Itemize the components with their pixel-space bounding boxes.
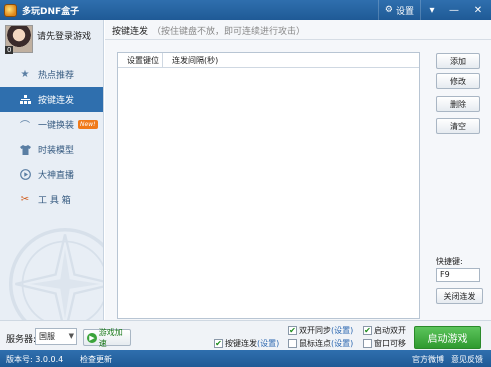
window-resizable-checkbox[interactable]: 窗口可移 <box>363 338 406 349</box>
gear-icon: ⚙ <box>384 5 393 15</box>
sidebar-item-label: 大神直播 <box>38 171 75 181</box>
user-panel[interactable]: 0 请先登录游戏 <box>5 25 101 61</box>
tools-icon: ✂ <box>20 194 30 205</box>
server-select[interactable]: 国服 ▼ <box>35 328 77 345</box>
accelerate-icon: ▶ <box>87 332 97 343</box>
sidebar-item-fashion-model[interactable]: 时装模型 <box>0 137 103 162</box>
menu-button[interactable]: ▾ <box>421 0 443 20</box>
sidebar-item-live-stream[interactable]: 大神直播 <box>0 162 103 187</box>
dual-launch-checkbox[interactable]: ✔ 启动双开 <box>363 325 406 336</box>
sidebar-item-label: 热点推荐 <box>38 71 75 81</box>
hotkey-field[interactable]: F9 <box>436 268 480 282</box>
checkbox-checked[interactable]: ✔ <box>363 326 372 335</box>
sidebar-item-label: 一键换装 <box>38 121 75 131</box>
key-burst-table[interactable]: 设置键位 连发间隔(秒) <box>117 52 420 319</box>
sidebar-item-key-burst[interactable]: 按键连发 <box>0 87 103 112</box>
sidebar-item-label: 时装模型 <box>38 146 75 156</box>
dual-launch-label: 启动双开 <box>374 326 406 335</box>
close-icon: ✕ <box>473 4 483 16</box>
shirt-icon <box>19 144 31 156</box>
main-panel: 按键连发 （按住键盘不放，即可连续进行攻击） 设置键位 连发间隔(秒) 添加 修改… <box>105 20 491 346</box>
star-icon: ★ <box>20 69 30 80</box>
page-hint: （按住键盘不放，即可连续进行攻击） <box>152 27 306 37</box>
hanger-icon: ⌒ <box>20 121 30 132</box>
title-bar[interactable]: 多玩DNF盒子 ⚙ 设置 ▾ — ✕ <box>0 0 491 20</box>
delete-button[interactable]: 删除 <box>436 96 480 112</box>
app-logo-icon <box>4 3 17 17</box>
sidebar-item-hot-recommend[interactable]: ★ 热点推荐 <box>0 62 103 87</box>
hotkey-label: 快捷键: <box>436 257 463 266</box>
feedback-link[interactable]: 意见反馈 <box>451 354 483 365</box>
title-divider <box>105 39 491 40</box>
sidebar-item-label: 工 具 箱 <box>38 196 71 206</box>
key-burst-label: 按键连发 <box>225 339 257 348</box>
official-weibo-link[interactable]: 官方微博 <box>412 354 444 365</box>
avatar-level: 0 <box>5 46 14 54</box>
edit-button[interactable]: 修改 <box>436 73 480 89</box>
sidebar-nav: ★ 热点推荐 按键连发 ⌒ 一键换装 New! 时装模型 大神直播 ✂ 工 具 … <box>0 62 103 212</box>
minimize-icon: — <box>449 4 459 16</box>
table-header: 设置键位 连发间隔(秒) <box>118 53 419 68</box>
app-title: 多玩DNF盒子 <box>22 6 80 17</box>
page-title: 按键连发 （按住键盘不放，即可连续进行攻击） <box>112 24 305 37</box>
settings-label: 设置 <box>395 6 414 17</box>
close-burst-button[interactable]: 关闭连发 <box>436 288 483 304</box>
chevron-down-icon: ▼ <box>68 332 74 340</box>
key-burst-checkbox[interactable]: ✔ 按键连发 (设置) <box>214 338 279 349</box>
dual-sync-label: 双开同步 <box>299 326 331 335</box>
game-accelerate-button[interactable]: ▶ 游戏加速 <box>83 327 131 348</box>
server-value: 国服 <box>39 332 55 341</box>
mouse-click-settings-link[interactable]: (设置) <box>331 338 353 349</box>
accelerate-label: 游戏加速 <box>98 327 123 348</box>
column-header-interval[interactable]: 连发间隔(秒) <box>163 55 218 66</box>
mouse-click-checkbox[interactable]: 鼠标连点 (设置) <box>288 338 353 349</box>
start-game-button[interactable]: 启动游戏 <box>414 326 481 349</box>
sidebar: 0 请先登录游戏 ★ 热点推荐 按键连发 ⌒ 一键换装 New! 时装模型 大神… <box>0 20 104 346</box>
add-button[interactable]: 添加 <box>436 53 480 69</box>
checkbox-unchecked[interactable] <box>363 339 372 348</box>
version-text: 版本号: 3.0.0.4 <box>6 355 64 364</box>
play-icon <box>19 169 31 181</box>
dual-sync-settings-link[interactable]: (设置) <box>331 325 353 336</box>
check-update-link[interactable]: 检查更新 <box>80 354 112 365</box>
sidebar-item-toolbox[interactable]: ✂ 工 具 箱 <box>0 187 103 212</box>
clear-button[interactable]: 清空 <box>436 118 480 134</box>
sidebar-item-one-click-outfit[interactable]: ⌒ 一键换装 New! <box>0 112 103 137</box>
menu-icon: ▾ <box>429 4 435 16</box>
checkbox-checked[interactable]: ✔ <box>214 339 223 348</box>
status-bar: 版本号: 3.0.0.4 检查更新 官方微博 意见反馈 <box>0 350 491 367</box>
dual-sync-checkbox[interactable]: ✔ 双开同步 (设置) <box>288 325 353 336</box>
column-header-key[interactable]: 设置键位 <box>118 53 163 67</box>
key-burst-settings-link[interactable]: (设置) <box>257 338 279 349</box>
login-prompt[interactable]: 请先登录游戏 <box>37 29 91 42</box>
org-chart-icon <box>19 94 31 106</box>
page-title-text: 按键连发 <box>112 27 149 37</box>
window-resizable-label: 窗口可移 <box>374 339 406 348</box>
bottom-toolbar: 服务器: 国服 ▼ ▶ 游戏加速 ✔ 按键连发 (设置) ✔ 双开同步 (设置)… <box>0 320 491 350</box>
sidebar-item-label: 按键连发 <box>38 96 75 106</box>
close-button[interactable]: ✕ <box>465 0 491 20</box>
checkbox-unchecked[interactable] <box>288 339 297 348</box>
settings-button[interactable]: ⚙ 设置 <box>377 0 421 20</box>
checkbox-checked[interactable]: ✔ <box>288 326 297 335</box>
server-label: 服务器: <box>6 335 37 345</box>
new-badge: New! <box>78 120 98 129</box>
mouse-click-label: 鼠标连点 <box>299 339 331 348</box>
minimize-button[interactable]: — <box>443 0 465 20</box>
